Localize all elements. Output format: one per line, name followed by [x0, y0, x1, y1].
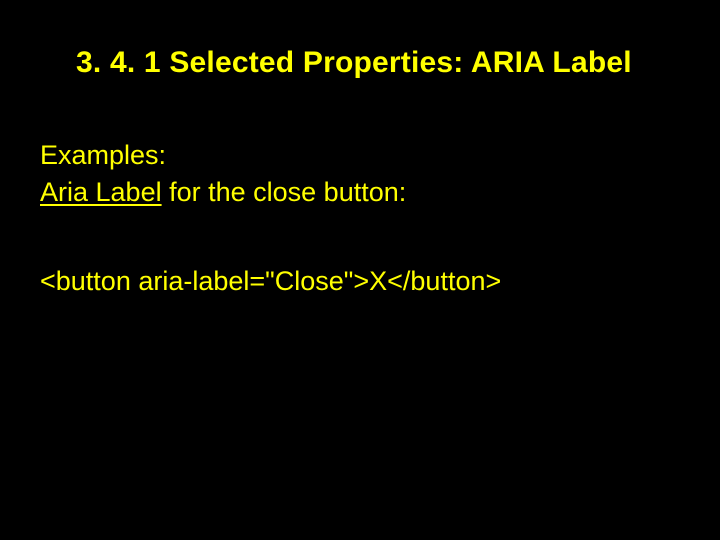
slide-title: 3. 4. 1 Selected Properties: ARIA Label	[76, 46, 680, 80]
aria-label-underlined-text: Aria Label	[40, 177, 162, 207]
examples-heading: Examples:	[40, 138, 680, 173]
aria-label-rest-text: for the close button:	[162, 177, 407, 207]
slide: 3. 4. 1 Selected Properties: ARIA Label …	[0, 0, 720, 540]
slide-body: Examples: Aria Label for the close butto…	[40, 138, 680, 299]
code-example: <button aria-label="Close">X</button>	[40, 264, 680, 299]
aria-label-description: Aria Label for the close button:	[40, 175, 680, 210]
